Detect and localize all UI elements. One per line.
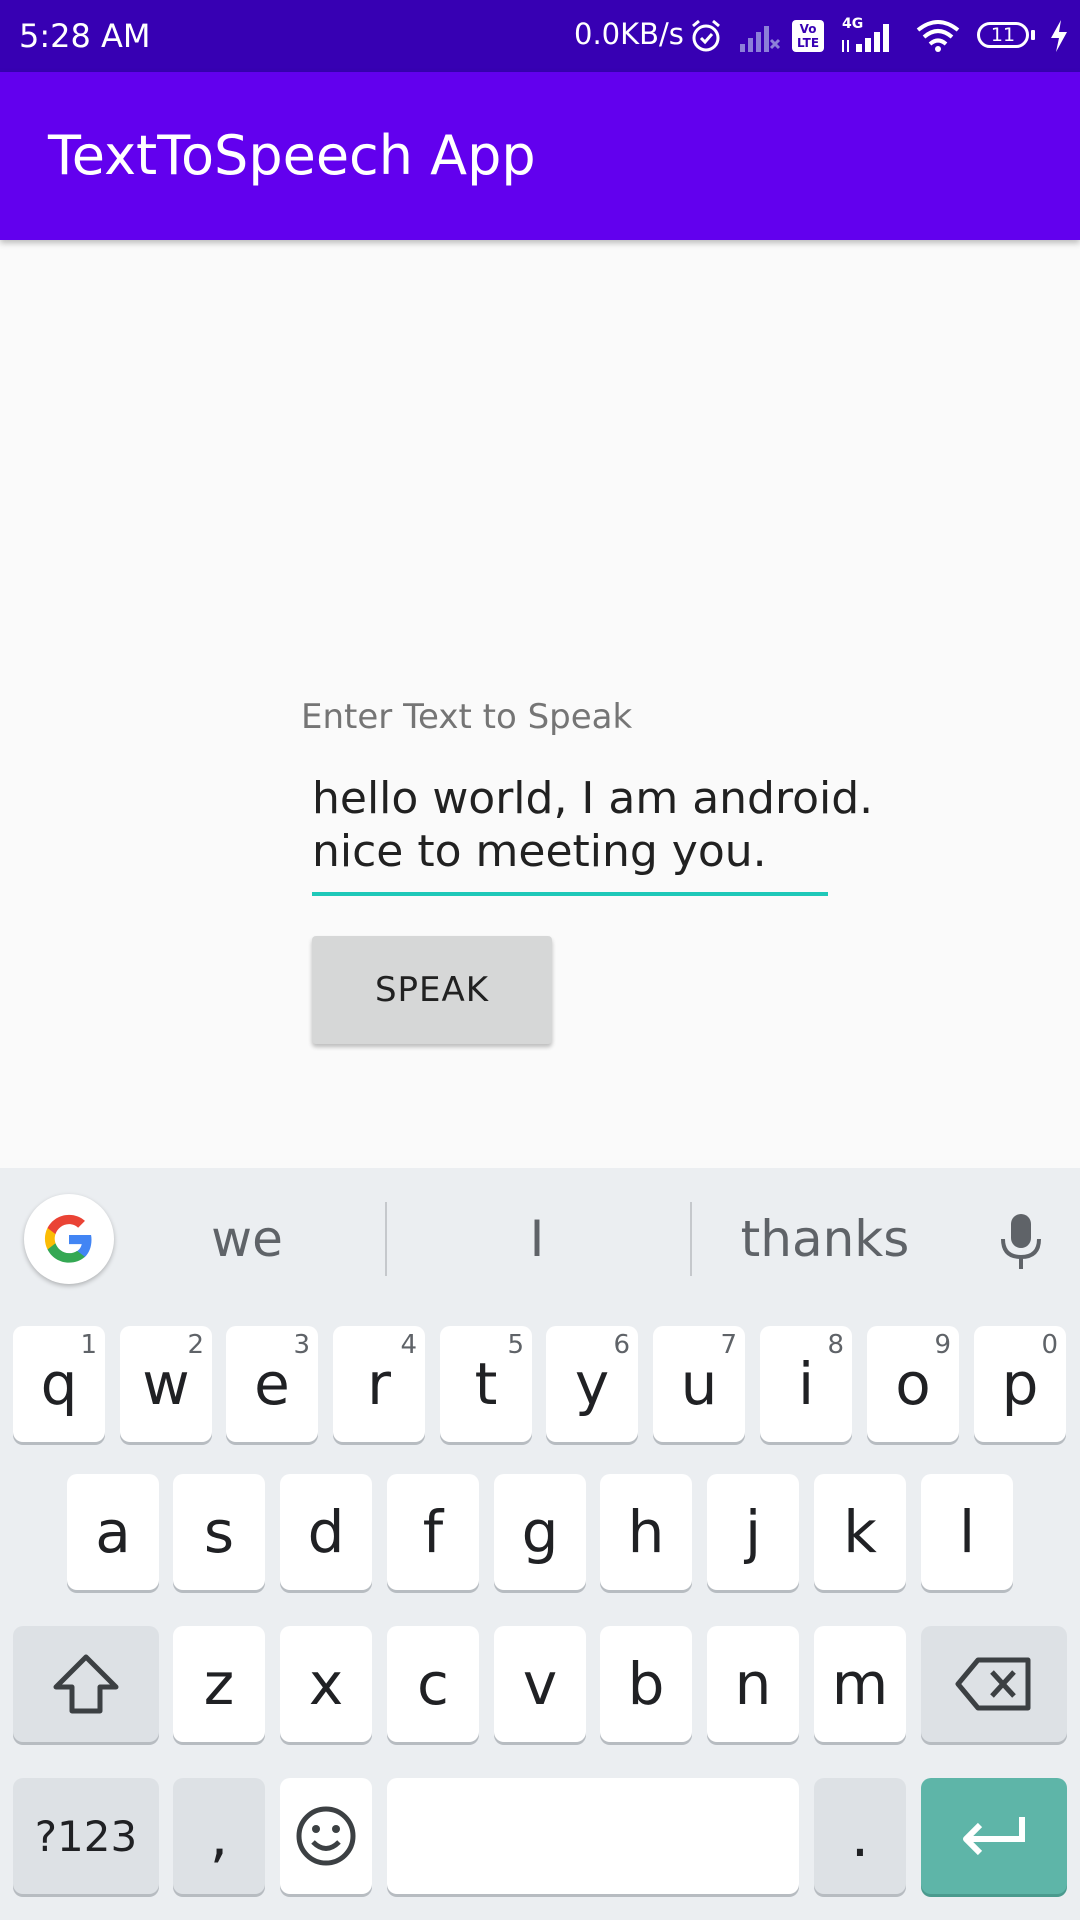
key-k[interactable]: k (814, 1474, 906, 1590)
status-bar: 5:28 AM 0.0KB/s Vo LTE 4G 11 (0, 0, 1080, 72)
microphone-icon[interactable] (994, 1212, 1048, 1272)
key-y[interactable]: y6 (546, 1326, 638, 1442)
period-key[interactable]: . (814, 1778, 906, 1894)
comma-key[interactable]: , (173, 1778, 265, 1894)
app-title: TextToSpeech App (48, 124, 536, 187)
app-bar: TextToSpeech App (0, 72, 1080, 240)
space-key[interactable] (387, 1778, 799, 1894)
symbols-key[interactable]: ?123 (13, 1778, 159, 1894)
key-f[interactable]: f (387, 1474, 479, 1590)
suggestion-2[interactable]: I (470, 1210, 604, 1268)
enter-key[interactable] (921, 1778, 1067, 1894)
key-q[interactable]: q1 (13, 1326, 105, 1442)
suggestion-divider (385, 1202, 387, 1276)
suggestion-1[interactable]: we (180, 1210, 314, 1268)
enter-arrow-icon (963, 1817, 1025, 1856)
suggestion-bar: we I thanks (0, 1168, 1080, 1316)
emoji-icon (296, 1806, 356, 1866)
google-icon[interactable] (24, 1194, 114, 1284)
key-v[interactable]: v (494, 1626, 586, 1742)
key-r[interactable]: r4 (333, 1326, 425, 1442)
emoji-key[interactable] (280, 1778, 372, 1894)
input-line-2: nice to meeting you. (312, 826, 767, 877)
suggestion-3[interactable]: thanks (725, 1210, 925, 1268)
key-b[interactable]: b (600, 1626, 692, 1742)
key-d[interactable]: d (280, 1474, 372, 1590)
key-w[interactable]: w2 (120, 1326, 212, 1442)
key-p[interactable]: p0 (974, 1326, 1066, 1442)
soft-keyboard: we I thanks q1 w2 e3 r4 t5 y6 u7 i8 o9 p… (0, 1168, 1080, 1920)
key-l[interactable]: l (921, 1474, 1013, 1590)
key-i[interactable]: i8 (760, 1326, 852, 1442)
input-line-1: hello world, I am android. (312, 773, 874, 824)
key-h[interactable]: h (600, 1474, 692, 1590)
key-s[interactable]: s (173, 1474, 265, 1590)
battery-level: 11 (990, 24, 1016, 46)
alarm-icon (692, 19, 720, 52)
volte-icon: Vo LTE (792, 20, 824, 52)
key-g[interactable]: g (494, 1474, 586, 1590)
key-o[interactable]: o9 (867, 1326, 959, 1442)
shift-key[interactable] (13, 1626, 159, 1742)
battery-icon: 11 (977, 22, 1035, 48)
signal-sim2-icon (842, 24, 889, 52)
key-a[interactable]: a (67, 1474, 159, 1590)
backspace-key[interactable] (921, 1626, 1067, 1742)
key-z[interactable]: z (173, 1626, 265, 1742)
key-j[interactable]: j (707, 1474, 799, 1590)
charging-icon (1051, 20, 1067, 52)
key-c[interactable]: c (387, 1626, 479, 1742)
suggestion-divider (690, 1202, 692, 1276)
wifi-icon (916, 20, 960, 52)
key-n[interactable]: n (707, 1626, 799, 1742)
input-label: Enter Text to Speak (301, 697, 633, 737)
backspace-icon (955, 1657, 1031, 1711)
status-time: 5:28 AM (19, 17, 151, 55)
shift-icon (53, 1654, 119, 1714)
speech-text-input[interactable]: hello world, I am android. nice to meeti… (312, 772, 874, 896)
key-m[interactable]: m (814, 1626, 906, 1742)
network-speed: 0.0KB/s (574, 17, 684, 51)
key-u[interactable]: u7 (653, 1326, 745, 1442)
key-e[interactable]: e3 (226, 1326, 318, 1442)
signal-sim1-icon (740, 26, 781, 52)
key-t[interactable]: t5 (440, 1326, 532, 1442)
speak-button[interactable]: SPEAK (312, 936, 552, 1044)
key-x[interactable]: x (280, 1626, 372, 1742)
